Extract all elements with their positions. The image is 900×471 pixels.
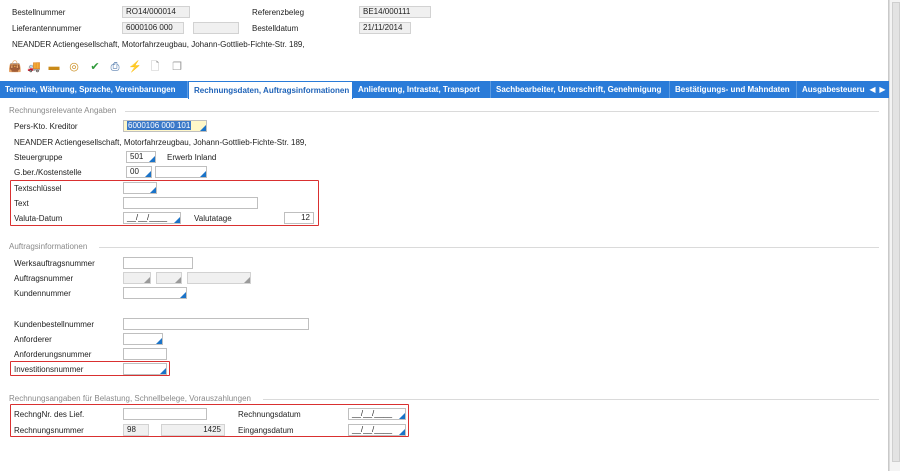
valuta-datum-label: Valuta-Datum <box>14 214 63 223</box>
section-belastung: Rechnungsangaben für Belastung, Schnellb… <box>9 394 879 403</box>
valuta-datum-input[interactable]: __/__/____ <box>123 212 181 224</box>
werksauftrag-input[interactable] <box>123 257 193 269</box>
value-help-icon[interactable] <box>160 368 166 374</box>
truck-icon[interactable]: 🚚 <box>27 60 41 74</box>
bestellnummer-label: Bestellnummer <box>12 8 66 17</box>
check-icon[interactable]: ✔ <box>88 60 102 74</box>
tab-scroll-left-icon[interactable]: ◀ <box>868 81 877 98</box>
kundenbestell-label: Kundenbestellnummer <box>14 320 95 329</box>
tab-anlieferung[interactable]: Anlieferung, Intrastat, Transport <box>353 81 491 98</box>
referenzbeleg-label: Referenzbeleg <box>252 8 305 17</box>
eingangsdatum-value: __/__/____ <box>352 425 393 434</box>
bestellnummer-field: RO14/000014 <box>122 6 190 18</box>
anforderer-input[interactable] <box>123 333 163 345</box>
rechnungsnummer-label: Rechnungsnummer <box>14 426 84 435</box>
bag-icon[interactable]: 👜 <box>8 60 22 74</box>
rechnungsdatum-label: Rechnungsdatum <box>238 410 301 419</box>
pers-kto-input[interactable]: 6000106 000 101 <box>123 120 207 132</box>
value-help-icon[interactable] <box>145 171 151 177</box>
anforderungs-input[interactable] <box>123 348 167 360</box>
value-help-icon[interactable] <box>200 171 206 177</box>
pers-kto-label: Pers-Kto. Kreditor <box>14 122 78 131</box>
section-title-auftrag: Auftragsinformationen <box>9 242 88 251</box>
kundennummer-label: Kundennummer <box>14 289 71 298</box>
tab-ausgabesteuerung[interactable]: Ausgabesteueru <box>797 81 867 98</box>
document-icon[interactable]: 🗋 <box>148 60 162 74</box>
lieferantennummer-label: Lieferantennummer <box>12 24 82 33</box>
calendar-help-icon[interactable] <box>174 217 180 223</box>
value-help-icon[interactable] <box>156 338 162 344</box>
vertical-scrollbar[interactable] <box>889 0 900 471</box>
auftragsnummer-input-2 <box>156 272 182 284</box>
eingangsdatum-label: Eingangsdatum <box>238 426 294 435</box>
rechnr-input[interactable] <box>123 408 207 420</box>
text-label: Text <box>14 199 29 208</box>
lieferantennummer-field: 6000106 000 <box>122 22 184 34</box>
steuergruppe-desc: Erwerb Inland <box>167 153 217 162</box>
rechnungsdatum-input[interactable]: __/__/____ <box>348 408 406 420</box>
anforderungs-label: Anforderungsnummer <box>14 350 92 359</box>
coins-icon[interactable]: ◎ <box>67 60 81 74</box>
value-help-icon[interactable] <box>149 156 155 162</box>
anforderer-label: Anforderer <box>14 335 52 344</box>
werksauftrag-label: Werksauftragsnummer <box>14 259 95 268</box>
kreditor-address: NEANDER Actiengesellschaft, Motorfahrzeu… <box>14 138 307 147</box>
card-icon[interactable]: ▬ <box>47 60 61 74</box>
kundennummer-input[interactable] <box>123 287 187 299</box>
value-help-icon[interactable] <box>150 187 156 193</box>
calendar-help-icon[interactable] <box>399 429 405 435</box>
rechnr-label: RechngNr. des Lief. <box>14 410 85 419</box>
gber-value: 00 <box>130 167 139 176</box>
value-help-icon[interactable] <box>180 292 186 298</box>
rechnungsdatum-value: __/__/____ <box>352 409 393 418</box>
eingangsdatum-input[interactable]: __/__/____ <box>348 424 406 436</box>
auftragsnummer-label: Auftragsnummer <box>14 274 74 283</box>
section-rechnungsrelevante: Rechnungsrelevante Angaben <box>9 106 879 115</box>
textschluessel-input[interactable] <box>123 182 157 194</box>
section-title-rechnung: Rechnungsrelevante Angaben <box>9 106 117 115</box>
lieferantennummer-suffix-field <box>193 22 239 34</box>
steuergruppe-value: 501 <box>130 152 144 161</box>
rechnungsnummer-prefix-field: 98 <box>123 424 149 436</box>
tab-termine[interactable]: Termine, Währung, Sprache, Vereinbarunge… <box>0 81 188 98</box>
supplier-address: NEANDER Actiengesellschaft, Motorfahrzeu… <box>12 40 305 49</box>
pers-kto-value: 6000106 000 101 <box>127 121 192 130</box>
investitions-label: Investitionsnummer <box>14 365 84 374</box>
kostenstelle-input[interactable] <box>155 166 207 178</box>
calendar-help-icon[interactable] <box>399 413 405 419</box>
tab-rechnungsdaten[interactable]: Rechnungsdaten, Auftragsinformationen <box>188 81 353 99</box>
section-auftragsinformationen: Auftragsinformationen <box>9 242 879 251</box>
tab-scroll-right-icon[interactable]: ▶ <box>878 81 887 98</box>
text-input[interactable] <box>123 197 258 209</box>
gber-input[interactable]: 00 <box>126 166 152 178</box>
referenzbeleg-field: BE14/000111 <box>359 6 431 18</box>
tab-bar: Termine, Währung, Sprache, Vereinbarunge… <box>0 81 889 99</box>
bestelldatum-label: Bestelldatum <box>252 24 299 33</box>
steuergruppe-label: Steuergruppe <box>14 153 63 162</box>
valutatage-input[interactable]: 12 <box>284 212 314 224</box>
kundenbestell-input[interactable] <box>123 318 309 330</box>
bestelldatum-field: 21/11/2014 <box>359 22 411 34</box>
steuergruppe-input[interactable]: 501 <box>126 151 156 163</box>
auftragsnummer-input-3 <box>187 272 251 284</box>
value-help-icon[interactable] <box>200 125 206 131</box>
rechnungsnummer-field: 1425 <box>161 424 225 436</box>
print-icon[interactable]: ⎙ <box>108 60 122 74</box>
auftragsnummer-input-1 <box>123 272 151 284</box>
form-frame: Bestellnummer RO14/000014 Referenzbeleg … <box>0 0 889 471</box>
scrollbar-thumb[interactable] <box>892 2 900 462</box>
lightning-icon[interactable]: ⚡ <box>128 60 142 74</box>
gber-label: G.ber./Kostenstelle <box>14 168 82 177</box>
section-title-belastung: Rechnungsangaben für Belastung, Schnellb… <box>9 394 251 403</box>
valutatage-label: Valutatage <box>194 214 232 223</box>
investitions-input[interactable] <box>123 363 167 375</box>
textschluessel-label: Textschlüssel <box>14 184 62 193</box>
tab-bestaetigung[interactable]: Bestätigungs- und Mahndaten <box>670 81 797 98</box>
valuta-datum-value: __/__/____ <box>127 213 168 222</box>
tab-sachbearbeiter[interactable]: Sachbearbeiter, Unterschrift, Genehmigun… <box>491 81 670 98</box>
package-icon[interactable]: ❐ <box>170 60 184 74</box>
